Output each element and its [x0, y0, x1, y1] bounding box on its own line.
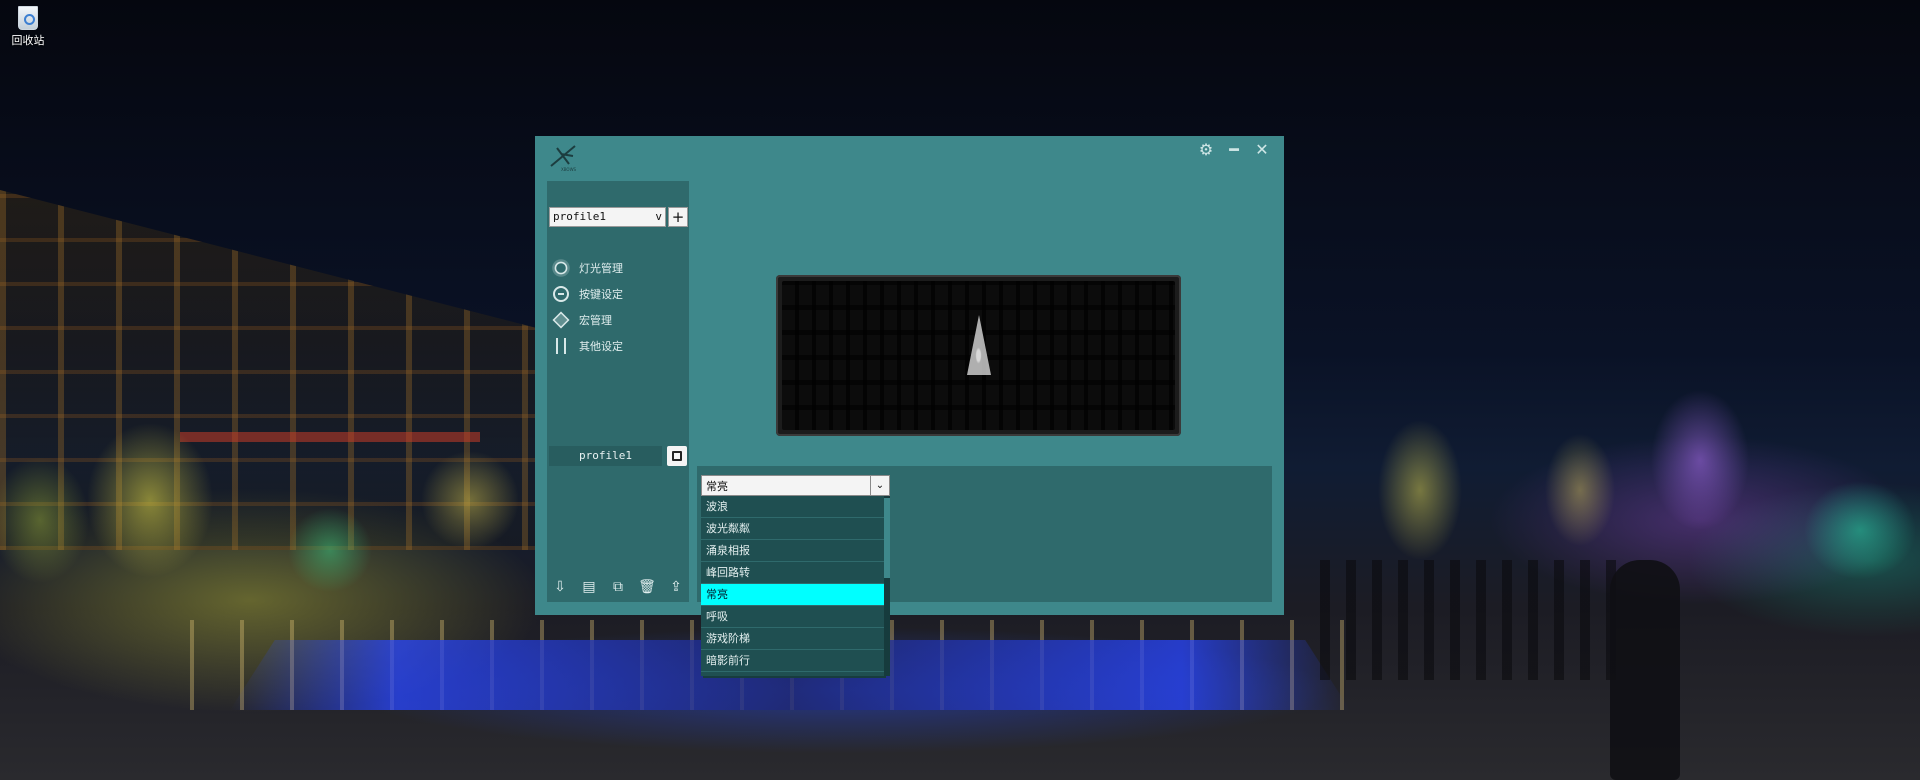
logo-text: XBOWS: [561, 167, 577, 172]
save-icon[interactable]: ⇪: [667, 578, 685, 596]
xbows-logo-icon: XBOWS: [550, 145, 577, 172]
copy-icon[interactable]: ⧉: [609, 578, 627, 596]
lighting-mode-select[interactable]: 常亮 ⌄: [701, 475, 890, 496]
edit-profile-button[interactable]: [667, 446, 687, 466]
key-icon: [553, 286, 569, 302]
dropdown-option[interactable]: 波光粼粼: [701, 518, 884, 540]
light-icon: [554, 261, 568, 275]
keyboard-app-window: XBOWS ⚙ ━ ✕ profile1 v + 灯光管理 按键设定 宏管理 其…: [535, 136, 1284, 676]
scrollbar-thumb[interactable]: [884, 498, 890, 578]
wallpaper-crowd: [1320, 560, 1620, 680]
profile-select-value: profile1: [553, 210, 606, 223]
profile-toolbar: ⇩ ▤ ⧉ 🗑 ⇪: [551, 578, 685, 596]
recycle-bin-label: 回收站: [11, 34, 45, 47]
sidebar-item-label: 按键设定: [579, 288, 623, 301]
profile-select[interactable]: profile1 v: [549, 207, 666, 227]
dropdown-scrollbar[interactable]: [884, 496, 890, 676]
add-profile-button[interactable]: +: [668, 207, 688, 227]
keyboard-image[interactable]: [776, 275, 1181, 436]
keyboard-center-v: [966, 315, 991, 375]
sidebar-item-other-settings[interactable]: 其他设定: [553, 333, 623, 359]
wallpaper-building: [0, 190, 560, 550]
dropdown-option[interactable]: 呼吸: [701, 606, 884, 628]
dropdown-option[interactable]: 峰回路转: [701, 562, 884, 584]
close-icon[interactable]: ✕: [1254, 142, 1270, 158]
dropdown-option[interactable]: 游戏阶梯: [701, 628, 884, 650]
import-icon[interactable]: ⇩: [551, 578, 569, 596]
edit-icon: [672, 451, 682, 461]
sidebar-item-label: 宏管理: [579, 314, 612, 327]
recycle-bin-icon: [18, 6, 38, 30]
minimize-icon[interactable]: ━: [1226, 142, 1242, 158]
delete-icon[interactable]: 🗑: [638, 578, 656, 596]
chevron-down-icon: ⌄: [870, 476, 889, 495]
wallpaper-trees-left: [0, 380, 560, 610]
wallpaper-lights: [180, 432, 480, 442]
dropdown-option[interactable]: 涌泉相报: [701, 540, 884, 562]
lighting-mode-dropdown: 波浪 波光粼粼 涌泉相报 峰回路转 常亮 呼吸 游戏阶梯 暗影前行: [701, 496, 884, 676]
settings-icon: [556, 338, 566, 354]
wallpaper-person: [1610, 560, 1680, 780]
export-icon[interactable]: ▤: [580, 578, 598, 596]
sidebar-item-macros[interactable]: 宏管理: [552, 307, 623, 333]
lighting-mode-value: 常亮: [706, 480, 728, 493]
recycle-bin-desktop-icon[interactable]: 回收站: [8, 4, 48, 48]
sidebar-nav: 灯光管理 按键设定 宏管理 其他设定: [552, 255, 623, 359]
sidebar-item-keys[interactable]: 按键设定: [553, 281, 623, 307]
profile-name-field[interactable]: profile1: [549, 446, 662, 466]
macro-icon: [552, 311, 570, 329]
chevron-down-icon: v: [655, 210, 662, 223]
dropdown-option[interactable]: 暗影前行: [701, 650, 884, 672]
sidebar-item-label: 其他设定: [579, 340, 623, 353]
wallpaper-trees-right: [1280, 380, 1920, 640]
sidebar: profile1 v + 灯光管理 按键设定 宏管理 其他设定 profile1…: [547, 181, 689, 602]
sidebar-item-lighting[interactable]: 灯光管理: [553, 255, 623, 281]
sidebar-item-label: 灯光管理: [579, 262, 623, 275]
dropdown-option[interactable]: 波浪: [701, 496, 884, 518]
gear-icon[interactable]: ⚙: [1198, 142, 1214, 158]
dropdown-option-selected[interactable]: 常亮: [701, 584, 884, 606]
